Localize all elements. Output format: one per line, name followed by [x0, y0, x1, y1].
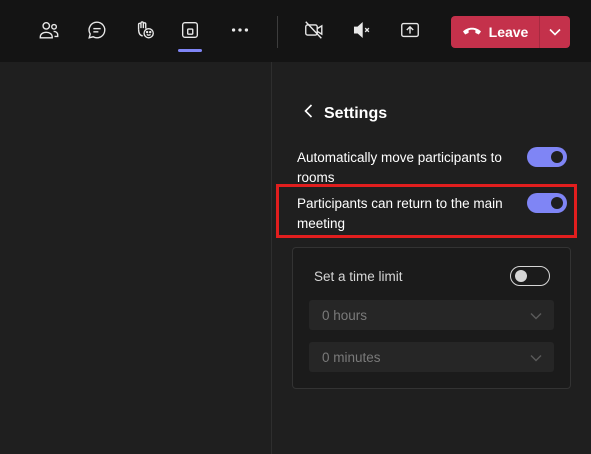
active-tab-indicator [178, 49, 202, 52]
time-limit-label: Set a time limit [314, 269, 403, 284]
chevron-down-icon [530, 350, 542, 365]
leave-options-button[interactable] [540, 16, 570, 48]
people-button[interactable] [32, 14, 66, 50]
minutes-value: 0 minutes [322, 349, 381, 365]
rooms-icon [179, 19, 201, 46]
mic-muted-icon [351, 19, 373, 46]
auto-move-toggle[interactable] [527, 147, 567, 167]
highlight-annotation [276, 184, 577, 238]
time-limit-toggle[interactable] [510, 266, 550, 286]
more-button[interactable] [223, 14, 257, 50]
camera-button[interactable] [297, 14, 331, 50]
reactions-button[interactable] [128, 14, 162, 50]
toggle-knob [551, 151, 563, 163]
settings-title: Settings [324, 105, 388, 122]
toggle-knob [515, 270, 527, 282]
share-button[interactable] [393, 14, 427, 50]
rooms-button[interactable] [173, 14, 207, 52]
auto-move-label: Automatically move participants to rooms [297, 150, 502, 185]
meeting-stage [0, 62, 271, 454]
chevron-left-icon [303, 103, 313, 123]
chat-button[interactable] [80, 14, 114, 50]
mic-button[interactable] [345, 14, 379, 50]
leave-button[interactable]: Leave [451, 16, 539, 48]
chevron-down-icon [530, 308, 542, 323]
chat-icon [86, 19, 108, 46]
minutes-dropdown[interactable]: 0 minutes [309, 342, 554, 372]
camera-off-icon [303, 19, 325, 46]
more-icon [229, 19, 251, 46]
share-icon [399, 19, 421, 46]
chevron-down-icon [549, 23, 561, 41]
leave-label: Leave [488, 24, 529, 40]
back-button[interactable] [300, 103, 316, 123]
meeting-toolbar: Leave [0, 0, 591, 62]
hours-dropdown[interactable]: 0 hours [309, 300, 554, 330]
raise-hand-icon [134, 19, 156, 46]
toolbar-divider [277, 16, 278, 48]
people-icon [38, 19, 60, 46]
leave-button-group: Leave [451, 16, 570, 48]
hang-up-icon [462, 24, 482, 40]
hours-value: 0 hours [322, 307, 368, 323]
